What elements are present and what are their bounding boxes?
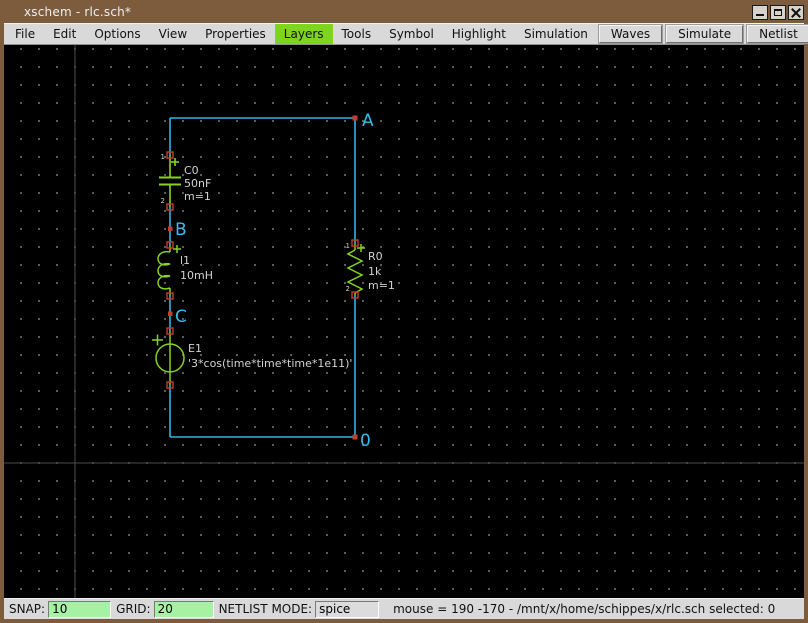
component-value: 10mH [180,269,213,282]
capacitor-c0[interactable]: 1 2 C0 50nF m=1 [159,152,211,210]
node-label-a[interactable]: A [362,111,374,131]
xschem-window: xschem - rlc.sch* File Edit Options View… [0,0,808,623]
menu-highlight[interactable]: Highlight [443,24,515,44]
window-controls [752,5,804,20]
schematic-canvas[interactable]: 1 2 C0 50nF m=1 l1 10mH [4,45,804,598]
grid-label: GRID: [116,602,150,616]
maximize-button[interactable] [770,5,786,20]
pin-number: 2 [346,285,350,293]
node-label-b[interactable]: B [175,220,187,240]
minimize-button[interactable] [752,5,768,20]
menu-file[interactable]: File [6,24,44,44]
waves-button[interactable]: Waves [599,25,662,43]
titlebar[interactable]: xschem - rlc.sch* [0,0,808,23]
statusbar: SNAP: GRID: NETLIST MODE: mouse = 190 -1… [4,598,804,619]
snap-label: SNAP: [9,602,45,616]
component-value: '3*cos(time*time*time*1e11)' [188,357,352,370]
snap-input[interactable] [48,601,111,618]
window-title: xschem - rlc.sch* [24,5,131,19]
menu-symbol[interactable]: Symbol [380,24,443,44]
schematic-drawing: 1 2 C0 50nF m=1 l1 10mH [4,45,804,598]
component-mult: m=1 [184,190,211,203]
component-ref: R0 [368,250,383,263]
component-value: 1k [368,265,382,278]
netlist-button[interactable]: Netlist [747,25,808,43]
inductor-l1[interactable]: l1 10mH [158,242,213,299]
menu-edit[interactable]: Edit [44,24,85,44]
menu-layers[interactable]: Layers [275,24,333,44]
component-mult: m=1 [368,279,395,292]
menu-simulation[interactable]: Simulation [515,24,597,44]
origin-axes [4,45,804,598]
node-label-c[interactable]: C [175,307,187,327]
netlist-mode-label: NETLIST MODE: [219,602,313,616]
pin-number: 2 [161,197,165,205]
menu-view[interactable]: View [150,24,196,44]
component-value: 50nF [184,177,211,190]
pin-number: 1 [161,153,165,161]
node-label-0[interactable]: 0 [360,431,371,451]
netlist-mode-input[interactable] [315,601,379,618]
grid-input[interactable] [154,601,214,618]
simulate-button[interactable]: Simulate [666,25,743,43]
component-ref: C0 [184,164,199,177]
close-button[interactable] [788,5,804,20]
pin-number: 1 [346,242,350,250]
voltage-source-e1[interactable]: E1 '3*cos(time*time*time*1e11)' [152,328,352,388]
menu-properties[interactable]: Properties [196,24,275,44]
resistor-r0[interactable]: 1 2 R0 1k m=1 [346,240,395,298]
menu-options[interactable]: Options [85,24,149,44]
menubar: File Edit Options View Properties Layers… [4,23,804,45]
menu-items: File Edit Options View Properties Layers… [4,24,597,44]
minimize-icon [756,14,764,16]
component-ref: l1 [180,254,190,267]
close-icon [791,8,801,18]
mouse-info: mouse = 190 -170 - /mnt/x/home/schippes/… [393,602,775,616]
menu-tools[interactable]: Tools [333,24,381,44]
component-ref: E1 [188,342,202,355]
maximize-icon [774,9,782,16]
